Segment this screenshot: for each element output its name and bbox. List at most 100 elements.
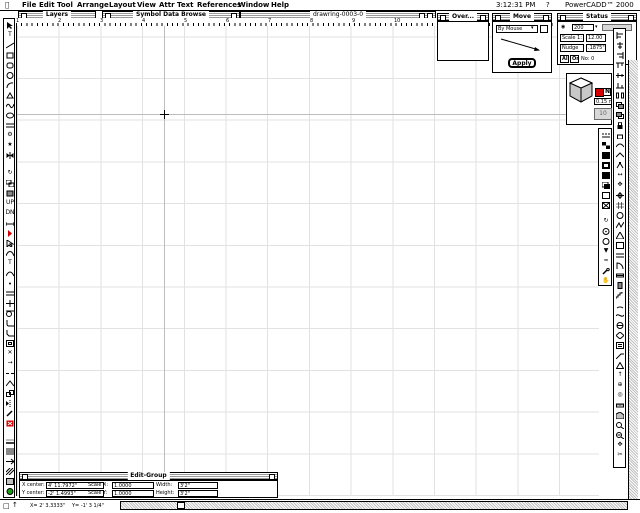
column-icon[interactable] bbox=[615, 281, 625, 289]
rect-tool-2-icon[interactable] bbox=[615, 241, 625, 249]
bring-front-icon[interactable] bbox=[615, 101, 625, 109]
lock-icon[interactable] bbox=[615, 121, 625, 129]
section-icon[interactable] bbox=[615, 321, 625, 329]
menu-text[interactable]: Text bbox=[177, 0, 193, 10]
join-tool-icon[interactable] bbox=[5, 379, 15, 387]
pan-icon[interactable]: ✥ bbox=[615, 441, 625, 449]
wrench-icon[interactable] bbox=[600, 267, 612, 275]
arc-tool-2-icon[interactable] bbox=[615, 301, 625, 309]
eyedropper-tool-icon[interactable] bbox=[5, 409, 15, 417]
break-tool-icon[interactable] bbox=[5, 369, 15, 377]
nudge-value-field[interactable]: .1875" bbox=[586, 44, 606, 52]
ellipse-tool-icon[interactable] bbox=[5, 111, 15, 119]
align-middle-icon[interactable] bbox=[615, 71, 625, 79]
zoom-out-icon[interactable] bbox=[615, 431, 625, 439]
rounded-rect-tool-icon[interactable] bbox=[5, 61, 15, 69]
hand-tool-icon[interactable]: ✋ bbox=[600, 277, 612, 285]
unsmooth-icon[interactable] bbox=[615, 151, 625, 159]
scale-x-field[interactable]: 1.0000 bbox=[112, 482, 154, 489]
dn-tool-icon[interactable]: DN bbox=[5, 209, 15, 217]
pen-letter-field[interactable]: N bbox=[603, 88, 611, 96]
zoom-in-icon[interactable] bbox=[615, 421, 625, 429]
pen-weight-icon[interactable] bbox=[5, 437, 15, 445]
menu-tool[interactable]: Tool bbox=[57, 0, 73, 10]
width-field[interactable]: 3'2" bbox=[178, 482, 218, 489]
leader-icon[interactable] bbox=[615, 351, 625, 359]
elevation-icon[interactable] bbox=[615, 331, 625, 339]
window-icon[interactable] bbox=[615, 271, 625, 279]
arrow-down-icon[interactable]: ▼ bbox=[600, 247, 612, 255]
on-layers-button[interactable]: On bbox=[570, 55, 579, 63]
menu-file[interactable]: File bbox=[22, 0, 36, 10]
note-icon[interactable] bbox=[615, 341, 625, 349]
edit-group-titlebar[interactable]: Edit-Group bbox=[19, 472, 278, 480]
help-balloon-icon[interactable]: ? bbox=[546, 0, 550, 10]
offset-tool-icon[interactable] bbox=[5, 339, 15, 347]
align-center-icon[interactable] bbox=[615, 41, 625, 49]
all-layers-button[interactable]: All bbox=[560, 55, 569, 63]
smooth-icon[interactable] bbox=[615, 141, 625, 149]
line-tool-icon[interactable] bbox=[5, 41, 15, 49]
fill-none-icon[interactable] bbox=[600, 191, 612, 199]
move-vector-icon[interactable] bbox=[499, 36, 543, 54]
zoom-glass-icon[interactable]: ◉ bbox=[561, 24, 565, 30]
arc-tool-icon[interactable] bbox=[5, 81, 15, 89]
app-switcher[interactable]: PowerCADD™ 2000 bbox=[565, 0, 634, 10]
circle-tool-2-icon[interactable] bbox=[615, 211, 625, 219]
circle-tool-icon[interactable] bbox=[5, 71, 15, 79]
up-tool-icon[interactable]: UP bbox=[5, 199, 15, 207]
fill-pattern-2-icon[interactable] bbox=[600, 171, 612, 179]
menu-edit[interactable]: Edit bbox=[39, 0, 55, 10]
door-icon[interactable] bbox=[615, 261, 625, 269]
circle-3pt-icon[interactable] bbox=[600, 237, 612, 245]
arrow-up-icon[interactable]: ↑ bbox=[12, 501, 18, 509]
line-pattern-icon[interactable] bbox=[600, 131, 612, 139]
snap-icon[interactable] bbox=[615, 191, 625, 199]
align-right-icon[interactable] bbox=[615, 51, 625, 59]
cross-box-icon[interactable] bbox=[600, 201, 612, 209]
overview-palette[interactable] bbox=[437, 21, 489, 61]
cube-view-icon[interactable] bbox=[569, 77, 593, 103]
align-left-icon[interactable] bbox=[615, 31, 625, 39]
rotate-tool-icon[interactable]: ↻ bbox=[5, 169, 15, 177]
rectangle-tool-icon[interactable] bbox=[5, 51, 15, 59]
green-status-icon[interactable] bbox=[5, 487, 15, 495]
crosshair-icon[interactable]: ⊕ bbox=[615, 381, 625, 389]
status-titlebar[interactable]: Status bbox=[557, 13, 637, 21]
text-tool-2-icon[interactable]: T bbox=[5, 259, 15, 267]
polygon-tool-icon[interactable] bbox=[5, 91, 15, 99]
align-top-icon[interactable] bbox=[615, 61, 625, 69]
spline-icon[interactable] bbox=[615, 311, 625, 319]
layer-icon[interactable] bbox=[5, 477, 15, 485]
flip-tool-icon[interactable] bbox=[5, 151, 15, 159]
measure-icon[interactable] bbox=[615, 401, 625, 409]
reshape-icon[interactable] bbox=[615, 161, 625, 169]
menu-window[interactable]: Window bbox=[238, 0, 269, 10]
horizontal-scroll-thumb[interactable] bbox=[177, 502, 185, 509]
move-titlebar[interactable]: Move bbox=[492, 13, 552, 21]
perpendicular-tool-icon[interactable] bbox=[5, 299, 15, 307]
distribute-icon[interactable] bbox=[615, 91, 625, 99]
menu-view[interactable]: View bbox=[137, 0, 156, 10]
bezier-tool-icon[interactable] bbox=[5, 269, 15, 277]
arrowhead-icon[interactable] bbox=[5, 457, 15, 465]
horizontal-scrollbar[interactable] bbox=[120, 501, 628, 510]
revision-icon[interactable] bbox=[615, 361, 625, 369]
stretch-icon[interactable]: ↔ bbox=[615, 171, 625, 179]
north-arrow-icon[interactable]: ↑ bbox=[615, 371, 625, 379]
scissors-icon[interactable]: ✂ bbox=[615, 451, 625, 459]
page-icon[interactable]: □ bbox=[3, 502, 10, 510]
scale-tool-icon[interactable] bbox=[5, 389, 15, 397]
pattern-icon[interactable] bbox=[5, 447, 15, 455]
menu-references[interactable]: References bbox=[197, 0, 241, 10]
rotate-90-icon[interactable]: ↻ bbox=[600, 217, 612, 225]
overview-titlebar[interactable]: Over... bbox=[437, 13, 489, 21]
chamfer-tool-icon[interactable] bbox=[5, 329, 15, 337]
zoom-field[interactable]: 200 bbox=[572, 24, 594, 31]
mirror-tool-icon[interactable] bbox=[5, 399, 15, 407]
circle-center-icon[interactable] bbox=[600, 227, 612, 235]
extend-tool-icon[interactable]: → bbox=[5, 359, 15, 367]
double-line-icon[interactable] bbox=[615, 251, 625, 259]
menu-help[interactable]: Help bbox=[271, 0, 289, 10]
grid-icon[interactable] bbox=[615, 201, 625, 209]
